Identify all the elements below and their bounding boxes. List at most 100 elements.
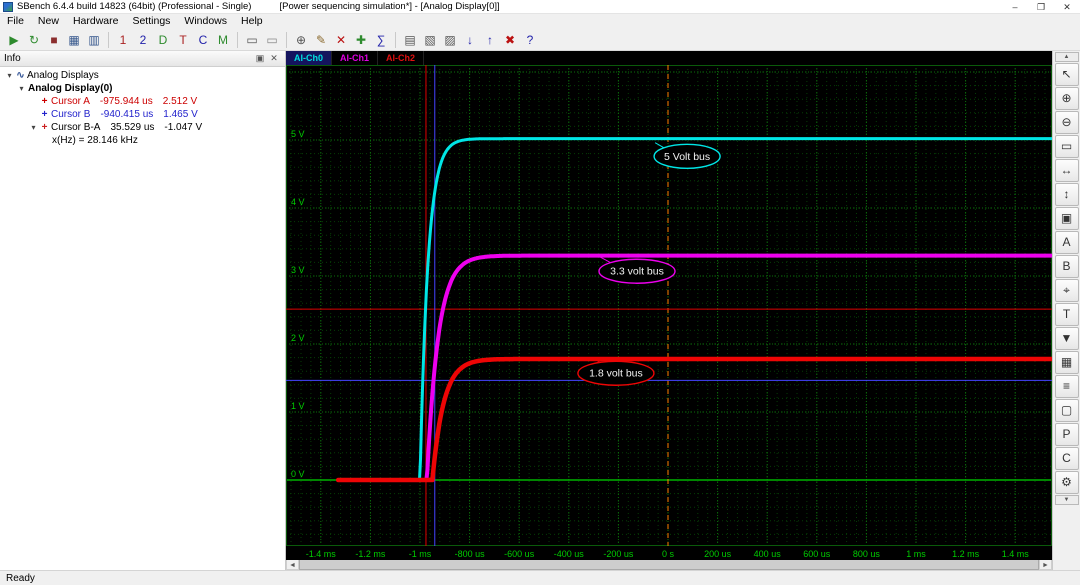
delete-item-button[interactable]: ✕: [332, 31, 350, 49]
menu-settings[interactable]: Settings: [125, 14, 177, 29]
persistence-mode-button[interactable]: ≡: [1054, 375, 1079, 398]
export-data-button[interactable]: ↓: [461, 31, 479, 49]
analog-output-button[interactable]: 2: [134, 31, 152, 49]
analog-displays-icon: ∿: [16, 70, 25, 81]
minimize-button[interactable]: –: [1002, 0, 1028, 13]
help-tool-button[interactable]: ?: [521, 31, 539, 49]
add-display-button[interactable]: ✚: [352, 31, 370, 49]
expander-icon[interactable]: ▾: [16, 82, 27, 95]
tree-row[interactable]: ▾ ∿ Analog Displays: [0, 69, 285, 82]
x-tick-label: 1.2 ms: [952, 549, 980, 559]
tree-row[interactable]: x(Hz) = 28.146 kHz: [0, 134, 285, 147]
signal-calc-button[interactable]: ∑: [372, 31, 390, 49]
toolbar-separator: [237, 31, 238, 48]
toolbar-scroll-up[interactable]: ▲: [1054, 52, 1079, 62]
marker-tool-button[interactable]: ▼: [1054, 327, 1079, 350]
display-settings-button[interactable]: ▥: [85, 31, 103, 49]
fft-analysis-button[interactable]: ▧: [421, 31, 439, 49]
cascade-windows-button[interactable]: ▭: [263, 31, 281, 49]
trigger-settings-button[interactable]: T: [174, 31, 192, 49]
menu-help[interactable]: Help: [234, 14, 270, 29]
memory-settings-button[interactable]: M: [214, 31, 232, 49]
tree-row[interactable]: + Cursor B -940.415 us 1.465 V: [0, 108, 285, 121]
start-acquisition-button[interactable]: ▶: [5, 31, 23, 49]
clock-settings-button[interactable]: C: [194, 31, 212, 49]
toolbar-scroll-down[interactable]: ▼: [1054, 495, 1079, 505]
tile-windows-button[interactable]: ▭: [243, 31, 261, 49]
cursor-pointer-button[interactable]: ↖: [1054, 63, 1079, 86]
zoom-tool-button[interactable]: ⊕: [292, 31, 310, 49]
expander-icon[interactable]: ▾: [4, 69, 15, 82]
close-button[interactable]: ✕: [1054, 0, 1080, 13]
tree-item-label: x(Hz) = 28.146 kHz: [52, 135, 138, 146]
annotation-label: 1.8 volt bus: [589, 368, 643, 380]
fit-all-button[interactable]: ▣: [1054, 207, 1079, 230]
menu-windows[interactable]: Windows: [177, 14, 234, 29]
x-tick-label: 200 us: [704, 549, 732, 559]
card-settings-button[interactable]: ▦: [65, 31, 83, 49]
window-title-doc: [Power sequencing simulation*] - [Analog…: [279, 1, 500, 12]
print-display-button[interactable]: P: [1054, 423, 1079, 446]
display-area: AI-Ch0 AI-Ch1 AI-Ch2 5 Volt bus 3.3 volt bu…: [286, 51, 1052, 570]
info-tree: ▾ ∿ Analog Displays ▾ Analog Display(0) + Curs…: [0, 67, 285, 570]
x-tick-label: 1 ms: [906, 549, 926, 559]
analog-input-button[interactable]: 1: [114, 31, 132, 49]
loop-acquisition-button[interactable]: ↻: [25, 31, 43, 49]
edit-annotations-button[interactable]: ✎: [312, 31, 330, 49]
snapshot-button[interactable]: ▢: [1054, 399, 1079, 422]
zoom-out-button[interactable]: ⊖: [1054, 111, 1079, 134]
tree-item-value: -975.944 us: [99, 96, 153, 107]
cursor-b-icon: +: [41, 109, 48, 120]
cursor-b-tool-button[interactable]: B: [1054, 255, 1079, 278]
scroll-left-button[interactable]: ◄: [286, 559, 299, 570]
toolbar-separator: [286, 31, 287, 48]
scroll-right-button[interactable]: ►: [1039, 559, 1052, 570]
expander-icon[interactable]: ▾: [28, 121, 39, 134]
tab-AI-Ch1[interactable]: AI-Ch1: [332, 51, 378, 65]
annotation-text-button[interactable]: T: [1054, 303, 1079, 326]
channel-tabs: AI-Ch0 AI-Ch1 AI-Ch2: [286, 51, 1052, 65]
copy-image-button[interactable]: C: [1054, 447, 1079, 470]
tree-item-label: Cursor B-A: [51, 122, 101, 133]
status-bar: Ready: [0, 570, 1080, 585]
info-panel-title: Info: [4, 53, 21, 64]
import-data-button[interactable]: ↑: [481, 31, 499, 49]
filter-function-button[interactable]: ▨: [441, 31, 459, 49]
pin-icon[interactable]: ▣: [253, 53, 267, 64]
annotation-label: 3.3 volt bus: [610, 266, 664, 278]
digital-io-button[interactable]: D: [154, 31, 172, 49]
zoom-in-button[interactable]: ⊕: [1054, 87, 1079, 110]
tab-AI-Ch0[interactable]: AI-Ch0: [286, 51, 332, 65]
menu-file[interactable]: File: [0, 14, 31, 29]
x-tick-label: -1 ms: [409, 549, 432, 559]
scroll-thumb[interactable]: [299, 559, 1039, 570]
stop-acquisition-button[interactable]: ■: [45, 31, 63, 49]
block-average-button[interactable]: ▤: [401, 31, 419, 49]
panel-close-icon[interactable]: ✕: [267, 53, 281, 64]
x-tick-label: -600 us: [504, 549, 535, 559]
x-tick-label: 400 us: [754, 549, 782, 559]
menu-new[interactable]: New: [31, 14, 66, 29]
fit-vertical-button[interactable]: ↕: [1054, 183, 1079, 206]
tab-AI-Ch2[interactable]: AI-Ch2: [378, 51, 424, 65]
cursor-a-tool-button[interactable]: A: [1054, 231, 1079, 254]
tree-item-label: Analog Displays: [27, 70, 99, 81]
window-title-app: SBench 6.4.4 build 14823 (64bit) (Profes…: [17, 1, 252, 12]
tree-row[interactable]: ▾ Analog Display(0): [0, 82, 285, 95]
grid-toggle-button[interactable]: ▦: [1054, 351, 1079, 374]
zoom-window-button[interactable]: ▭: [1054, 135, 1079, 158]
info-panel: Info ▣ ✕ ▾ ∿ Analog Displays ▾ Analog Displa…: [0, 51, 286, 570]
maximize-button[interactable]: ❐: [1028, 0, 1054, 13]
menu-hardware[interactable]: Hardware: [66, 14, 126, 29]
tree-row[interactable]: + Cursor A -975.944 us 2.512 V: [0, 95, 285, 108]
crosshair-tool-button[interactable]: ⌖: [1054, 279, 1079, 302]
tree-item-value: 35.529 us: [110, 122, 155, 133]
tree-item-value: -940.415 us: [100, 109, 154, 120]
tree-row[interactable]: ▾ + Cursor B-A 35.529 us -1.047 V: [0, 121, 285, 134]
app-icon: [3, 1, 13, 12]
toolbar-separator: [395, 31, 396, 48]
close-all-button[interactable]: ✖: [501, 31, 519, 49]
fit-horizontal-button[interactable]: ↔: [1054, 159, 1079, 182]
display-options-button[interactable]: ⚙: [1054, 471, 1079, 494]
waveform-chart[interactable]: 5 Volt bus 3.3 volt bus 1.8 volt bus 5 V 4 V…: [286, 65, 1052, 560]
